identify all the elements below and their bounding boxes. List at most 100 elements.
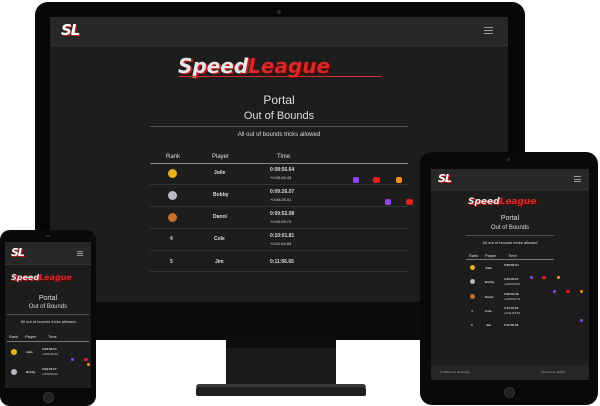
footer-copyright: © 2023 Live Humming (440, 370, 470, 374)
youtube-icon[interactable] (565, 290, 570, 293)
divider (466, 235, 554, 236)
table-row-time: 0:09:52.08 (504, 292, 519, 296)
brand-underline (179, 76, 382, 77)
sl-logo[interactable]: SL (11, 246, 25, 259)
page-subtitle: Out of Bounds (243, 110, 315, 122)
monitor-stand-shadow (226, 340, 336, 348)
table-row-player[interactable]: Jolle (26, 350, 33, 354)
table-row-player[interactable]: Bobby (485, 280, 494, 284)
table-row-time: 0:08:56.64 (504, 263, 519, 267)
header-player: Player (212, 154, 230, 160)
table-row-player[interactable]: Danni (213, 214, 227, 220)
table-row-player[interactable]: Cole (485, 309, 492, 313)
table-row-time: 0:08:56.64 (270, 167, 295, 173)
external-link-icon[interactable] (556, 276, 560, 279)
table-row-delta: +0:00:09.73 (504, 297, 520, 301)
speedleague-logo: SpeedLeague (468, 197, 536, 207)
table-row-player[interactable]: Cole (214, 236, 225, 242)
row-divider (150, 228, 408, 229)
silver-medal-icon (11, 369, 17, 375)
page-title: Portal (38, 295, 58, 302)
table-row-time: 0:10:01.81 (504, 306, 519, 310)
table-row-delta: +0:00:26.01 (42, 372, 58, 376)
table-header-rule (7, 341, 89, 342)
twitch-icon[interactable] (553, 290, 557, 293)
silver-medal-icon (470, 279, 475, 284)
speedleague-logo: SpeedLeague (11, 273, 72, 282)
brand-part2: League (499, 197, 537, 207)
bronze-medal-icon (470, 294, 475, 299)
monitor-stand-base-edge (196, 384, 366, 387)
category-description: All out of bounds tricks allowed (20, 319, 76, 324)
divider (150, 126, 408, 127)
external-link-icon[interactable] (86, 363, 90, 366)
brand-part1: Speed (11, 273, 40, 282)
table-row-delta: +0:00:26.01 (270, 197, 292, 202)
table-header-rule (466, 259, 554, 260)
row-divider (150, 271, 408, 272)
footer-github-link[interactable]: Find me on github (541, 370, 565, 374)
silver-medal-icon (168, 191, 177, 200)
external-link-icon[interactable] (395, 177, 402, 183)
table-row-time: 0:09:26.07 (42, 367, 57, 371)
table-row-time: 0:11:56.65 (504, 323, 519, 327)
twitch-icon[interactable] (530, 276, 533, 279)
twitch-icon[interactable] (385, 199, 392, 205)
page-subtitle: Out of Bounds (490, 225, 530, 231)
phone-navbar: SL (5, 242, 91, 265)
table-row-time: 0:10:01.81 (270, 233, 295, 239)
table-row-time: 0:09:26.07 (504, 277, 519, 281)
table-row-delta: +0:01:54.84 (504, 311, 520, 315)
twitch-icon[interactable] (71, 358, 74, 361)
table-row-delta: +0:00:26.01 (504, 282, 520, 286)
tablet-camera-icon (507, 158, 510, 161)
table-row-rank: 4 (170, 236, 173, 242)
table-row-player[interactable]: Danni (485, 295, 493, 299)
external-link-icon[interactable] (580, 290, 584, 293)
table-row-player[interactable]: Jim (215, 259, 224, 265)
bronze-medal-icon (168, 213, 177, 222)
gold-medal-icon (168, 169, 177, 178)
category-description: All out of bounds tricks allowed (237, 132, 321, 138)
twitch-icon[interactable] (579, 319, 583, 322)
table-row-rank: 5 (471, 323, 473, 327)
phone-home-button (43, 392, 54, 403)
header-rank: Rank (469, 253, 479, 258)
tablet-home-button (504, 387, 515, 398)
tablet-navbar: SL (431, 169, 589, 190)
header-rank: Rank (166, 154, 181, 160)
row-divider (150, 206, 408, 207)
youtube-icon[interactable] (542, 276, 547, 279)
hamburger-menu-icon[interactable] (574, 176, 581, 182)
sl-logo[interactable]: SL (61, 21, 80, 39)
youtube-icon[interactable] (373, 177, 381, 183)
table-row-player[interactable]: Jolle (214, 170, 225, 176)
sl-logo[interactable]: SL (438, 172, 452, 185)
page-title: Portal (263, 93, 295, 107)
tablet-screen: SL SpeedLeague Portal Out of Bounds All … (431, 169, 589, 380)
row-divider (150, 184, 408, 185)
youtube-icon[interactable] (84, 358, 89, 361)
table-row-player[interactable]: Bobby (26, 370, 35, 374)
header-time: Time (48, 334, 57, 339)
table-row-delta: +0:00:09.73 (270, 219, 292, 224)
table-row-time: 0:09:26.07 (270, 189, 295, 195)
brand-part1: Speed (178, 54, 249, 78)
table-row-player[interactable]: Bobby (213, 192, 229, 198)
twitch-icon[interactable] (353, 177, 359, 183)
phone-camera-icon (46, 235, 50, 237)
gold-medal-icon (470, 265, 475, 270)
table-row-player[interactable]: Jim (486, 323, 491, 327)
youtube-icon[interactable] (405, 199, 413, 205)
page-subtitle: Out of Bounds (28, 304, 68, 310)
divider (7, 314, 89, 315)
hamburger-menu-icon[interactable] (484, 27, 493, 34)
table-row-player[interactable]: Jolle (485, 266, 492, 270)
navbar: SL (50, 17, 508, 46)
table-row-rank: 5 (170, 259, 173, 265)
table-row-time: 0:09:52.08 (270, 211, 295, 217)
page-title: Portal (500, 215, 520, 222)
hamburger-menu-icon[interactable] (77, 251, 83, 256)
table-row-time: 0:11:56.65 (270, 259, 294, 265)
table-row-rank: 4 (471, 309, 473, 313)
